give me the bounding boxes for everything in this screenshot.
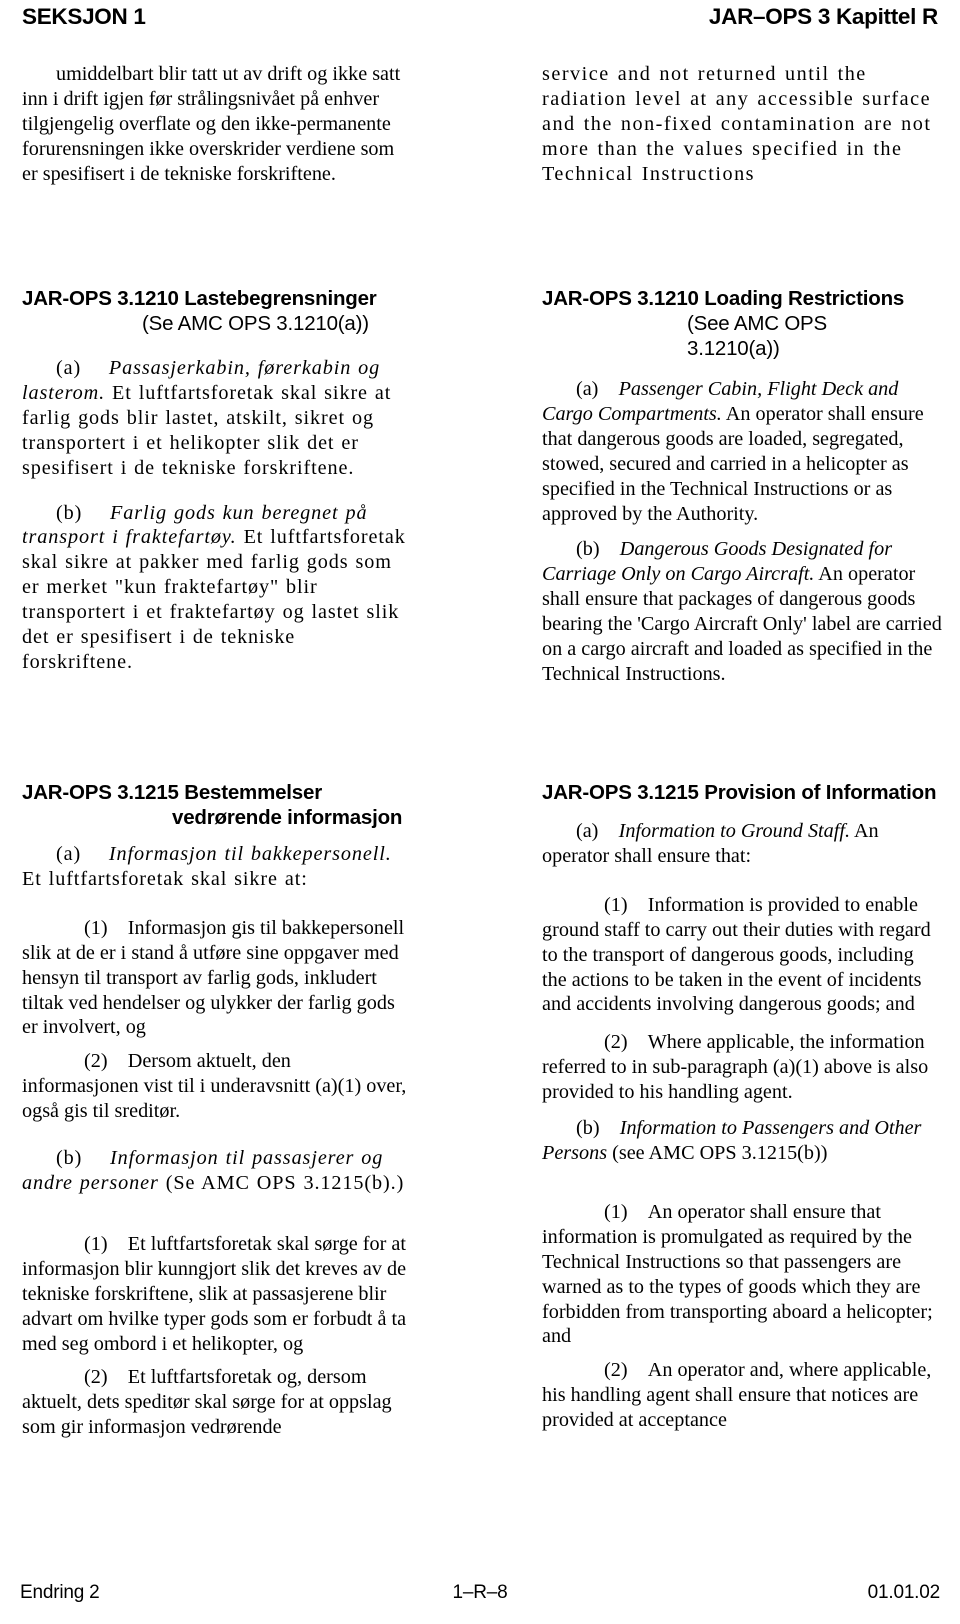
right-1215-para-a: (a) Information to Ground Staff. An oper… xyxy=(542,819,942,869)
left-1210-para-a-label: (a) xyxy=(56,357,82,379)
right-1210-para-a-label: (a) xyxy=(576,378,599,400)
page-footer: Endring 2 1–R–8 01.01.02 xyxy=(0,1580,960,1606)
right-1215-item-b2: (2) An operator and, where applicable, h… xyxy=(542,1358,942,1433)
footer-page-number: 1–R–8 xyxy=(452,1582,508,1603)
right-1215-para-a-label: (a) xyxy=(576,820,599,842)
right-1215-item-b1: (1) An operator shall ensure that inform… xyxy=(542,1200,942,1349)
right-1215-item-a2: (2) Where applicable, the information re… xyxy=(542,1030,942,1105)
left-1215-item-b1-label: (1) xyxy=(84,1232,108,1255)
right-1215-item-a1: (1) Information is provided to enable gr… xyxy=(542,893,942,1018)
right-1210-para-b: (b) Dangerous Goods Designated for Carri… xyxy=(542,537,942,686)
left-section-1215: JAR-OPS 3.1215 Bestemmelser vedrørende i… xyxy=(22,780,412,1440)
left-1210-heading: JAR-OPS 3.1210 Lastebegrensninger xyxy=(22,287,377,310)
left-1215-item-a1-label: (1) xyxy=(84,916,108,939)
left-1215-item-b1: (1) Et luftfartsforetak skal sørge for a… xyxy=(22,1232,412,1357)
right-1210-para-b-label: (b) xyxy=(576,538,600,561)
left-1215-item-a2-text: Dersom aktuelt, den informasjonen vist t… xyxy=(22,1050,407,1123)
footer-amendment-label: Endring 2 xyxy=(20,1582,100,1603)
footer-date-label: 01.01.02 xyxy=(867,1582,941,1603)
left-1215-heading: JAR-OPS 3.1215 Bestemmelser xyxy=(22,781,322,804)
right-1215-item-b1-text: An operator shall ensure that informatio… xyxy=(542,1200,933,1348)
right-1210-heading-sub-line2: 3.1210(a)) xyxy=(687,337,780,360)
right-1215-heading: JAR-OPS 3.1215 Provision of Information xyxy=(542,781,937,804)
right-1215-item-a2-text: Where applicable, the information referr… xyxy=(542,1031,929,1104)
right-1215-para-b-label: (b) xyxy=(576,1117,600,1140)
left-1215-item-b1-text: Et luftfartsforetak skal sørge for at in… xyxy=(22,1232,407,1355)
left-1215-heading-line2: vedrørende informasjon xyxy=(172,806,403,829)
left-1215-item-b2: (2) Et luftfartsforetak og, dersom aktue… xyxy=(22,1365,412,1440)
right-1215-item-a1-text: Information is provided to enable ground… xyxy=(542,893,931,1016)
right-1215-item-b1-label: (1) xyxy=(604,1200,628,1223)
right-1210-heading-sub-line1: (See AMC OPS xyxy=(687,312,828,335)
right-continued-paragraph: service and not returned until the radia… xyxy=(542,63,932,185)
right-1215-para-b-text: (see AMC OPS 3.1215(b)) xyxy=(612,1141,828,1164)
right-1215-item-b2-text: An operator and, where applicable, his h… xyxy=(542,1359,932,1432)
left-1215-para-a-italic: Informasjon til bakkepersonell. xyxy=(108,843,392,865)
left-1215-item-a1: (1) Informasjon gis til bakkepersonell s… xyxy=(22,916,412,1041)
header-section-label: SEKSJON 1 xyxy=(22,4,146,29)
left-1210-para-b: (b) Farlig gods kun beregnet på transpor… xyxy=(22,501,412,675)
right-1210-para-a: (a) Passenger Cabin, Flight Deck and Car… xyxy=(542,377,942,526)
right-1215-item-b2-label: (2) xyxy=(604,1359,628,1382)
left-1215-para-a: (a) Informasjon til bakkepersonell. Et l… xyxy=(22,842,412,892)
left-1215-para-a-text: Et luftfartsforetak skal sikre at: xyxy=(22,867,308,890)
left-1210-para-b-label: (b) xyxy=(56,501,83,524)
right-1215-para-b: (b) Information to Passengers and Other … xyxy=(542,1116,942,1166)
right-1210-heading: JAR-OPS 3.1210 Loading Restrictions xyxy=(542,287,905,310)
left-1215-para-b-text: (Se AMC OPS 3.1215(b).) xyxy=(165,1171,405,1194)
right-1215-item-a1-label: (1) xyxy=(604,893,628,916)
page-header: SEKSJON 1 JAR–OPS 3 Kapittel R xyxy=(0,0,960,34)
left-1215-item-a1-text: Informasjon gis til bakkepersonell slik … xyxy=(22,916,405,1039)
right-1215-para-a-italic: Information to Ground Staff. xyxy=(618,820,851,842)
left-1210-para-a: (a) Passasjerkabin, førerkabin og laster… xyxy=(22,356,412,481)
left-1215-item-b2-label: (2) xyxy=(84,1366,108,1389)
left-1210-heading-sub: (Se AMC OPS 3.1210(a)) xyxy=(142,312,369,335)
left-1215-para-b-label: (b) xyxy=(56,1147,83,1170)
left-section-1210: JAR-OPS 3.1210 Lastebegrensninger (Se AM… xyxy=(22,286,412,675)
right-section-1215: JAR-OPS 3.1215 Provision of Information … xyxy=(542,780,942,1433)
left-1215-item-a2-label: (2) xyxy=(84,1050,108,1073)
left-1215-item-a2: (2) Dersom aktuelt, den informasjonen vi… xyxy=(22,1049,412,1124)
right-1215-item-a2-label: (2) xyxy=(604,1031,628,1054)
left-1215-para-a-label: (a) xyxy=(56,843,82,865)
header-document-label: JAR–OPS 3 Kapittel R xyxy=(708,4,938,29)
left-1215-para-b: (b) Informasjon til passasjerer og andre… xyxy=(22,1146,412,1196)
left-1215-item-b2-text: Et luftfartsforetak og, dersom aktuelt, … xyxy=(22,1366,392,1439)
left-continued-paragraph: umiddelbart blir tatt ut av drift og ikk… xyxy=(22,63,401,185)
right-section-1210: JAR-OPS 3.1210 Loading Restrictions (See… xyxy=(542,286,942,687)
